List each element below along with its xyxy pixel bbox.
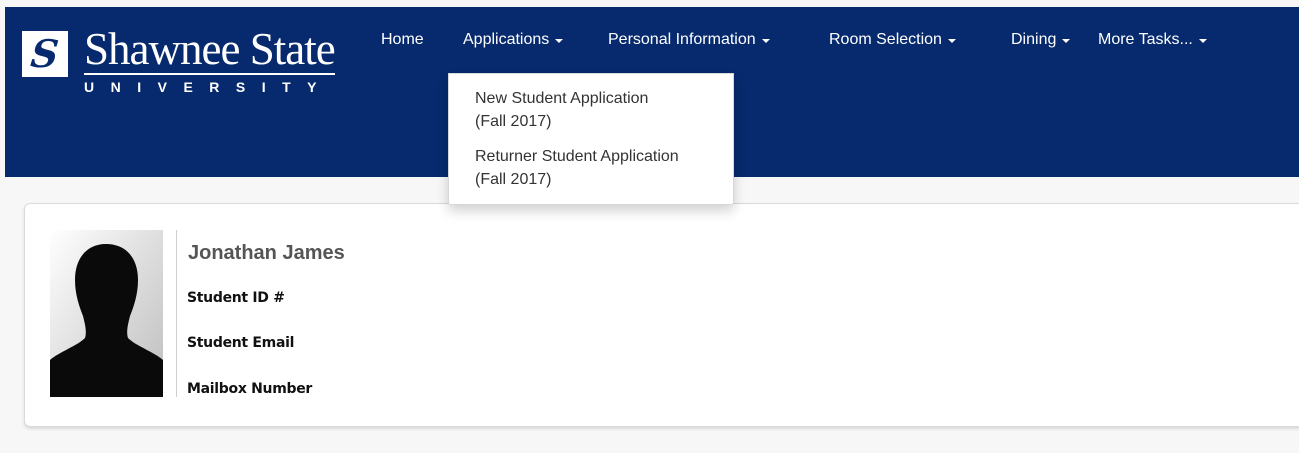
nav-applications[interactable]: Applications [463, 31, 564, 49]
nav-dining[interactable]: Dining [1011, 31, 1071, 49]
profile-divider [176, 230, 177, 397]
main-nav: Home Applications Personal Information R… [5, 31, 1299, 55]
menu-item-returner-student-application[interactable]: Returner Student Application (Fall 2017) [449, 145, 733, 191]
nav-personal-information[interactable]: Personal Information [608, 31, 770, 49]
nav-more-tasks[interactable]: More Tasks... [1098, 31, 1207, 49]
logo-subtitle: UNIVERSITY [84, 79, 334, 95]
mailbox-number-label: Mailbox Number [187, 381, 313, 397]
nav-room-selection-label: Room Selection [829, 31, 942, 48]
nav-dining-label: Dining [1011, 31, 1057, 48]
menu-item-term: (Fall 2017) [475, 171, 552, 188]
nav-more-tasks-label: More Tasks... [1098, 31, 1193, 48]
student-name: Jonathan James [188, 242, 345, 264]
student-profile-card: Jonathan James Student ID # Student Emai… [24, 203, 1299, 427]
menu-item-label: Returner Student Application [475, 148, 679, 165]
applications-dropdown-menu: New Student Application (Fall 2017) Retu… [448, 73, 734, 205]
menu-item-new-student-application[interactable]: New Student Application (Fall 2017) [449, 87, 733, 133]
menu-item-label: New Student Application [475, 90, 649, 107]
nav-home[interactable]: Home [381, 31, 424, 49]
caret-down-icon [761, 39, 770, 43]
nav-personal-information-label: Personal Information [608, 31, 756, 48]
student-email-label: Student Email [187, 335, 295, 351]
avatar [50, 230, 163, 397]
caret-down-icon [1198, 39, 1207, 43]
menu-item-term: (Fall 2017) [475, 113, 552, 130]
nav-room-selection[interactable]: Room Selection [829, 31, 956, 49]
person-silhouette-icon [50, 230, 163, 397]
caret-down-icon [947, 39, 956, 43]
caret-down-icon [555, 39, 564, 43]
nav-applications-label: Applications [463, 31, 550, 48]
student-id-label: Student ID # [187, 290, 285, 306]
caret-down-icon [1062, 39, 1071, 43]
nav-home-label: Home [381, 31, 424, 48]
